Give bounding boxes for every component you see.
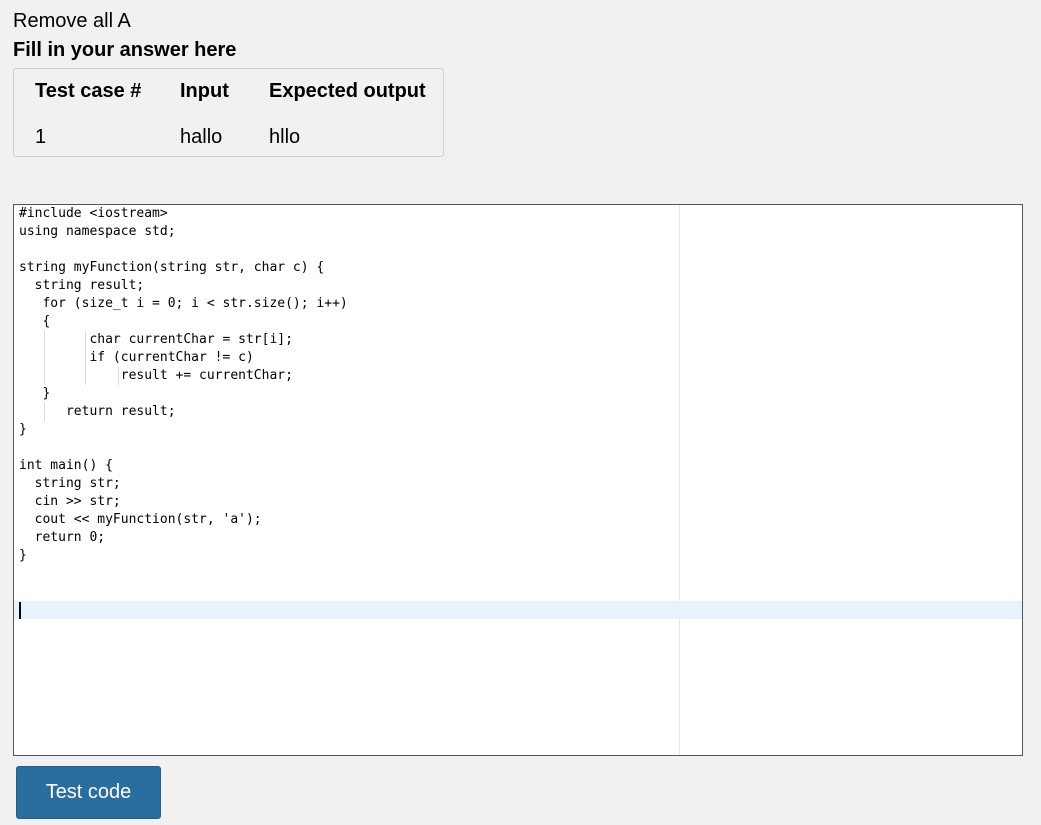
code-line[interactable] [19, 601, 348, 619]
code-line[interactable]: } [19, 421, 348, 439]
test-case-input-cell: hallo [180, 126, 223, 148]
question-title: Remove all A [13, 10, 131, 32]
code-line[interactable]: } [19, 385, 348, 403]
code-line[interactable]: cin >> str; [19, 493, 348, 511]
code-line[interactable]: #include <iostream> [19, 205, 348, 223]
code-line[interactable]: cout << myFunction(str, 'a'); [19, 511, 348, 529]
indent-guide [43, 403, 45, 421]
code-line[interactable]: return result; [19, 403, 348, 421]
code-line[interactable] [19, 439, 348, 457]
code-line[interactable] [19, 583, 348, 601]
code-line[interactable]: } [19, 547, 348, 565]
code-content[interactable]: #include <iostream> using namespace std; s… [19, 205, 348, 619]
test-code-button[interactable]: Test code [16, 766, 161, 819]
indent-guide [43, 367, 45, 385]
test-case-expected-cell: hllo [269, 126, 301, 148]
code-editor[interactable]: #include <iostream> using namespace std; s… [13, 204, 1023, 756]
indent-guide [85, 349, 86, 367]
test-case-number-cell: 1 [35, 126, 47, 148]
coderunner-page: Remove all A Fill in your answer here Te… [0, 0, 1041, 825]
header-input: Input [180, 80, 229, 102]
code-line[interactable]: return 0; [19, 529, 348, 547]
indent-guide [85, 331, 86, 349]
code-line[interactable]: char currentChar = str[i]; [19, 331, 348, 349]
indent-guide [43, 349, 45, 367]
code-line[interactable]: { [19, 313, 348, 331]
code-line[interactable]: string myFunction(string str, char c) { [19, 259, 348, 277]
code-line[interactable]: result += currentChar; [19, 367, 348, 385]
code-line[interactable]: for (size_t i = 0; i < str.size(); i++) [19, 295, 347, 313]
code-line[interactable]: string str; [19, 475, 348, 493]
test-case-table: Test case # Input Expected output 1 hall… [13, 68, 444, 157]
code-line[interactable]: string result; [19, 277, 348, 295]
code-line[interactable] [19, 241, 348, 259]
text-cursor [19, 602, 21, 619]
code-line[interactable]: int main() { [19, 457, 348, 475]
code-line[interactable] [19, 565, 348, 583]
indent-guide [85, 367, 86, 385]
indent-guide [118, 367, 119, 385]
header-expected-output: Expected output [269, 80, 426, 102]
print-margin-line [679, 205, 680, 755]
answer-heading: Fill in your answer here [13, 39, 237, 61]
header-test-case-number: Test case # [35, 80, 142, 102]
code-line[interactable]: if (currentChar != c) [19, 349, 348, 367]
indent-guide [43, 331, 45, 349]
code-line[interactable]: using namespace std; [19, 223, 348, 241]
